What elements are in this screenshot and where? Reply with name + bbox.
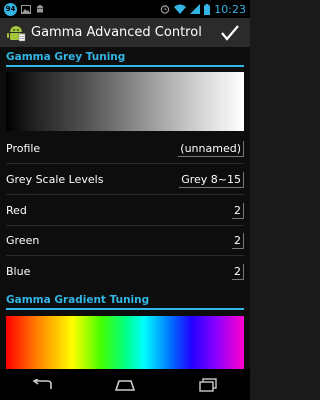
clock: 10:23 [214,2,246,16]
profile-row[interactable]: Profile (unnamed) [6,134,244,164]
gradient-tuning-header: Gamma Gradient Tuning [6,294,244,310]
grey-scale-levels-label: Grey Scale Levels [6,173,104,186]
blue-label: Blue [6,265,31,278]
green-label: Green [6,234,40,247]
red-label: Red [6,204,27,217]
home-icon[interactable] [105,373,145,397]
action-bar: Gamma Advanced Control [0,18,250,48]
grey-tuning-header: Gamma Grey Tuning [6,51,244,67]
wifi-icon [174,4,187,14]
red-row[interactable]: Red 2 [6,196,244,226]
notification-badge: 94 [4,2,17,16]
navigation-bar [0,369,250,400]
android-app-icon[interactable] [6,23,26,43]
grey-scale-levels-row[interactable]: Grey Scale Levels Grey 8~15 [6,165,244,195]
status-right: 10:23 [160,0,246,18]
blue-value[interactable]: 2 [232,263,244,280]
alarm-icon [161,5,170,14]
profile-value[interactable]: (unnamed) [178,140,244,157]
page-title: Gamma Advanced Control [31,25,202,40]
status-left: 94 [0,2,45,16]
status-bar: 94 10:23 [0,0,250,18]
green-value[interactable]: 2 [232,232,244,249]
android-icon [37,5,43,13]
color-spectrum-preview [6,316,244,369]
signal-icon [190,4,201,14]
recent-apps-icon[interactable] [188,373,228,397]
grey-scale-levels-value[interactable]: Grey 8~15 [179,171,244,188]
image-icon [21,4,31,14]
blue-row[interactable]: Blue 2 [6,257,244,286]
green-row[interactable]: Green 2 [6,226,244,256]
battery-icon [204,3,211,15]
profile-label: Profile [6,142,41,155]
back-icon[interactable] [22,373,62,397]
red-value[interactable]: 2 [232,202,244,219]
checkmark-icon[interactable] [218,21,242,45]
grey-gradient-preview [6,72,244,131]
